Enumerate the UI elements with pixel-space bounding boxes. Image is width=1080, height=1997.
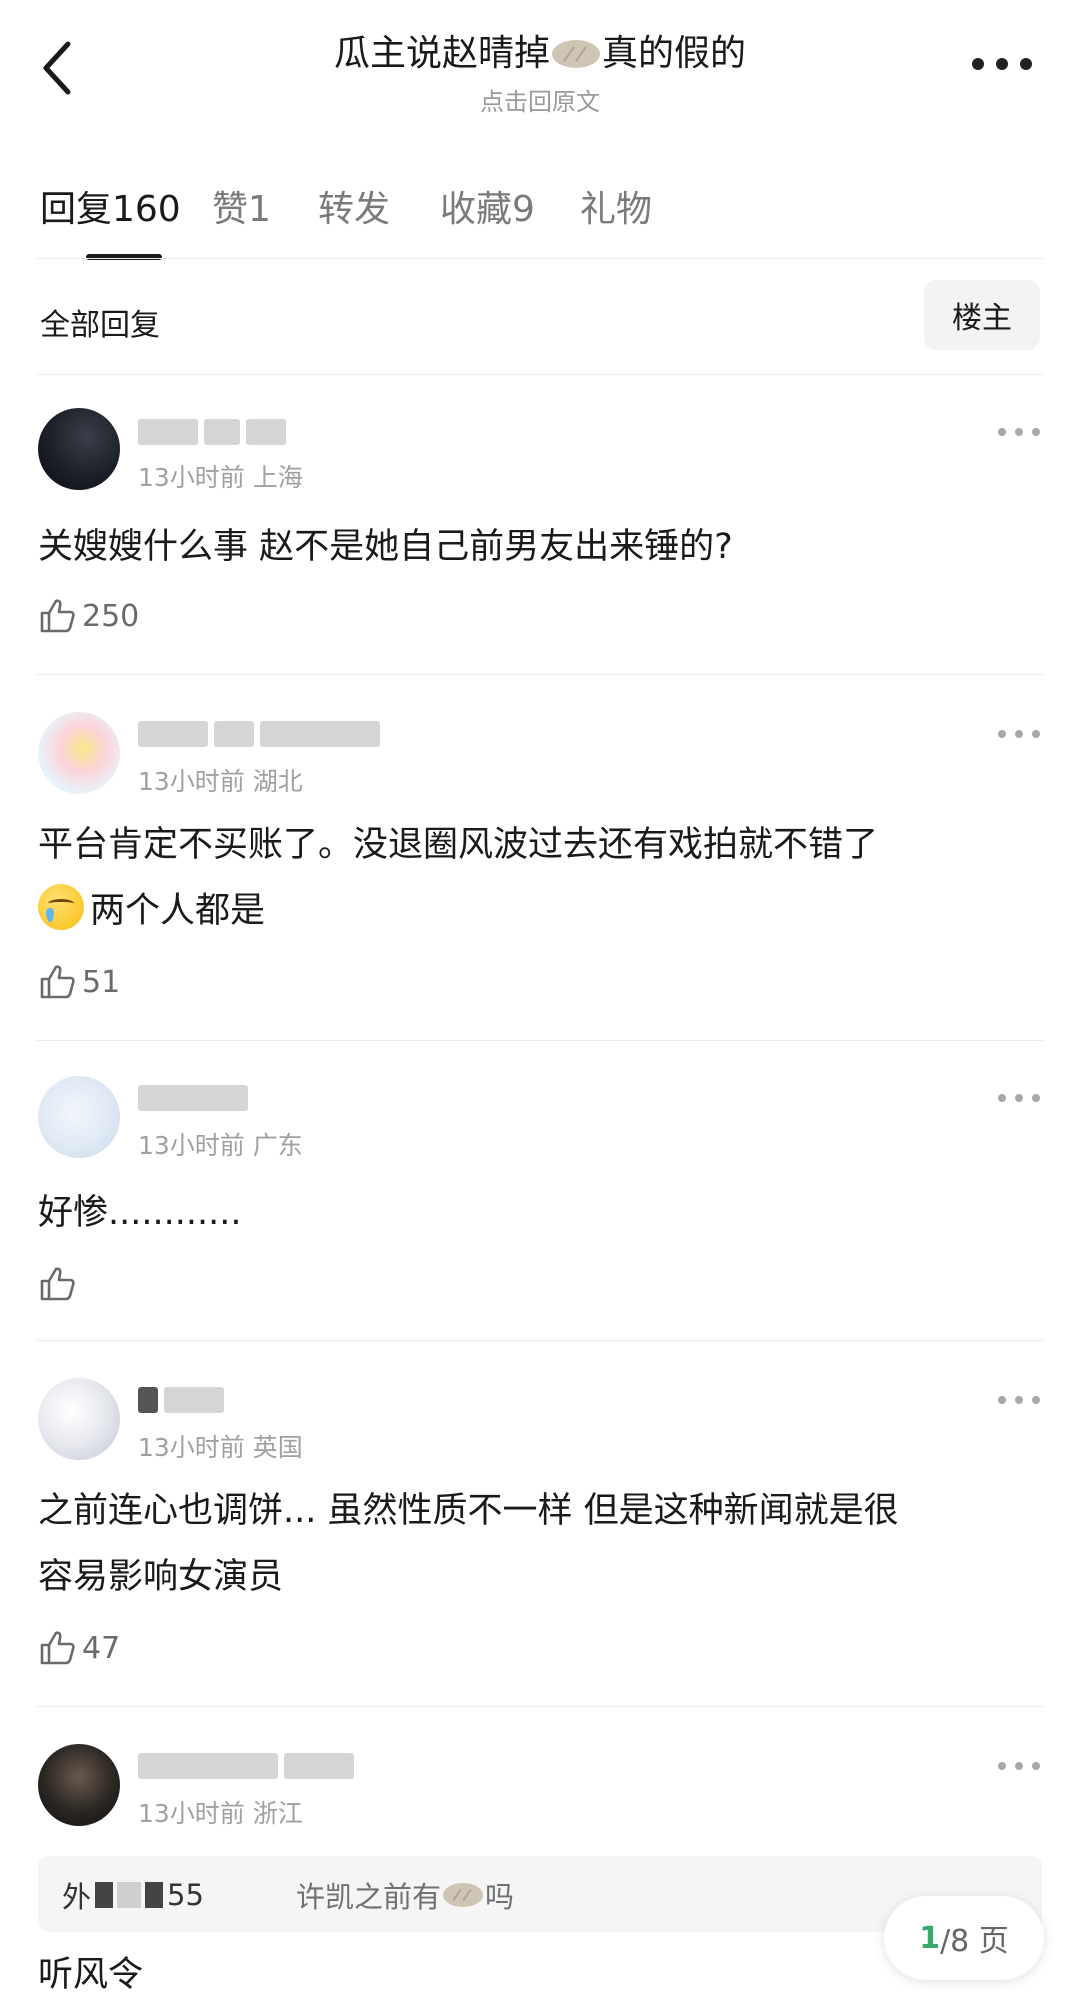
tab-favorites[interactable]: 收藏9 bbox=[440, 180, 535, 232]
comment-more-button[interactable] bbox=[998, 1394, 1040, 1406]
tab-replies[interactable]: 回复160 bbox=[40, 180, 181, 232]
like-button[interactable] bbox=[38, 1262, 82, 1306]
avatar[interactable] bbox=[38, 1744, 120, 1826]
all-replies-label: 全部回复 bbox=[40, 308, 160, 343]
comment-text-line: 容易影响女演员 bbox=[38, 1557, 284, 1597]
comment-more-button[interactable] bbox=[998, 1760, 1040, 1772]
title-text-2: 真的假的 bbox=[602, 33, 747, 74]
more-dot bbox=[1020, 58, 1032, 70]
comment-text-line: 之前连心也调饼... 虽然性质不一样 但是这种新闻就是很 bbox=[38, 1491, 899, 1531]
quoted-username-prefix: 外 bbox=[62, 1880, 92, 1914]
divider bbox=[36, 1040, 1044, 1041]
divider bbox=[36, 1340, 1044, 1341]
username-redacted[interactable] bbox=[138, 1082, 248, 1114]
page-title: 瓜主说赵晴掉 真的假的 bbox=[200, 30, 880, 78]
comment-meta: 13小时前 广东 bbox=[138, 1131, 303, 1160]
comment-text-line-2: 两个人都是 bbox=[38, 878, 1038, 944]
more-options-button[interactable] bbox=[972, 54, 1032, 74]
title-text-1: 瓜主说赵晴掉 bbox=[333, 33, 550, 74]
comment-meta: 13小时前 浙江 bbox=[138, 1799, 303, 1828]
comment-text: 听风令 bbox=[38, 1955, 144, 1995]
quoted-text: 许凯之前有 吗 bbox=[296, 1874, 514, 1916]
quoted-username-suffix: 55 bbox=[167, 1878, 204, 1912]
comment-text: 之前连心也调饼... 虽然性质不一样 但是这种新闻就是很 容易影响女演员 bbox=[38, 1478, 1038, 1610]
like-count: 47 bbox=[82, 1630, 121, 1666]
more-dot bbox=[972, 58, 984, 70]
title-block: 瓜主说赵晴掉 真的假的 点击回原文 bbox=[200, 30, 880, 117]
comment-more-button[interactable] bbox=[998, 1092, 1040, 1104]
quoted-username: 外 55 bbox=[62, 1874, 204, 1916]
avatar[interactable] bbox=[38, 1076, 120, 1158]
comment-text: 好惨............ bbox=[38, 1193, 242, 1233]
bun-icon bbox=[443, 1883, 484, 1907]
comment-more-button[interactable] bbox=[998, 728, 1040, 740]
comment-meta: 13小时前 湖北 bbox=[138, 767, 303, 796]
filter-row: 全部回复 楼主 bbox=[0, 278, 1080, 374]
tab-likes[interactable]: 赞1 bbox=[212, 180, 271, 232]
redaction-block bbox=[117, 1882, 142, 1908]
comment-meta: 13小时前 英国 bbox=[138, 1433, 303, 1462]
back-button[interactable] bbox=[36, 38, 80, 98]
thumbs-up-icon bbox=[40, 599, 75, 633]
like-count: 51 bbox=[82, 964, 121, 1000]
like-button[interactable]: 47 bbox=[38, 1626, 120, 1670]
more-dot bbox=[996, 58, 1008, 70]
top-bar: 瓜主说赵晴掉 真的假的 点击回原文 bbox=[0, 0, 1080, 140]
like-button[interactable]: 51 bbox=[38, 960, 120, 1004]
quoted-text-part: 许凯之前有 bbox=[296, 1880, 442, 1914]
tab-gifts[interactable]: 礼物 bbox=[580, 180, 652, 232]
total-pages: /8 页 bbox=[940, 1924, 1009, 1959]
avatar[interactable] bbox=[38, 1378, 120, 1460]
username-redacted[interactable] bbox=[138, 416, 286, 448]
comment-text-line: 两个人都是 bbox=[90, 891, 266, 931]
divider bbox=[36, 374, 1044, 375]
comment-text-line: 平台肯定不买账了。没退圈风波过去还有戏拍就不错了 bbox=[38, 825, 879, 865]
divider bbox=[36, 1706, 1044, 1707]
avatar[interactable] bbox=[38, 712, 120, 794]
like-button[interactable]: 250 bbox=[38, 594, 139, 638]
chevron-left-icon bbox=[43, 41, 71, 95]
like-count: 250 bbox=[82, 598, 140, 634]
thumbs-up-icon bbox=[40, 1267, 75, 1301]
crying-face-emoji bbox=[38, 884, 84, 930]
owner-only-button[interactable]: 楼主 bbox=[924, 280, 1040, 350]
tab-bar: 回复160 赞1 转发 收藏9 礼物 bbox=[0, 170, 1080, 260]
back-to-original-link[interactable]: 点击回原文 bbox=[200, 82, 880, 117]
page-indicator[interactable]: 1 /8 页 bbox=[884, 1896, 1044, 1980]
quoted-text-part: 吗 bbox=[485, 1880, 515, 1914]
comment-text: 关嫂嫂什么事 赵不是她自己前男友出来锤的? bbox=[38, 527, 733, 567]
comment-meta: 13小时前 上海 bbox=[138, 463, 303, 492]
divider bbox=[36, 674, 1044, 675]
current-page: 1 bbox=[919, 1920, 941, 1956]
redaction-block bbox=[95, 1882, 114, 1908]
tab-reposts[interactable]: 转发 bbox=[318, 180, 390, 232]
redaction-block bbox=[145, 1882, 164, 1908]
thumbs-up-icon bbox=[40, 1631, 75, 1665]
comment-text: 平台肯定不买账了。没退圈风波过去还有戏拍就不错了 两个人都是 bbox=[38, 812, 1038, 944]
thumbs-up-icon bbox=[40, 965, 75, 999]
username-redacted[interactable] bbox=[138, 1384, 224, 1416]
bun-icon bbox=[552, 40, 600, 68]
avatar[interactable] bbox=[38, 408, 120, 490]
username-redacted[interactable] bbox=[138, 1750, 354, 1782]
divider bbox=[36, 258, 1044, 259]
username-redacted[interactable] bbox=[138, 718, 380, 750]
comment-more-button[interactable] bbox=[998, 426, 1040, 438]
active-tab-indicator bbox=[86, 254, 162, 260]
